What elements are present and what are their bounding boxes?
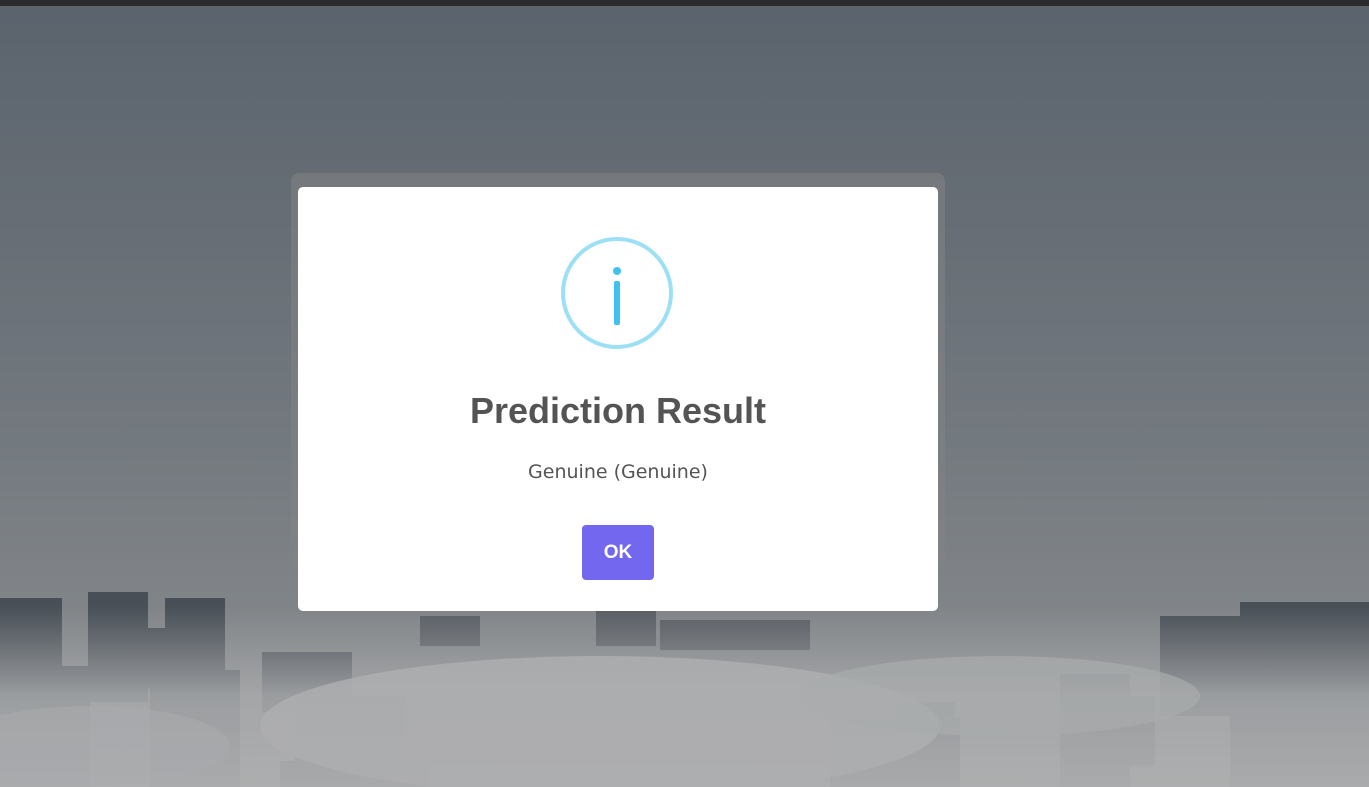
dialog-title: Prediction Result <box>469 390 767 431</box>
page: Prediction Result Genuine (Genuine) OK <box>0 0 1369 787</box>
info-icon <box>561 237 673 349</box>
ok-button[interactable]: OK <box>582 525 654 580</box>
info-icon-stem <box>614 281 620 325</box>
top-bar <box>0 0 1369 6</box>
dialog-message: Genuine (Genuine) <box>528 461 708 483</box>
prediction-result-dialog: Prediction Result Genuine (Genuine) OK <box>298 187 938 611</box>
info-icon-dot <box>613 267 621 275</box>
